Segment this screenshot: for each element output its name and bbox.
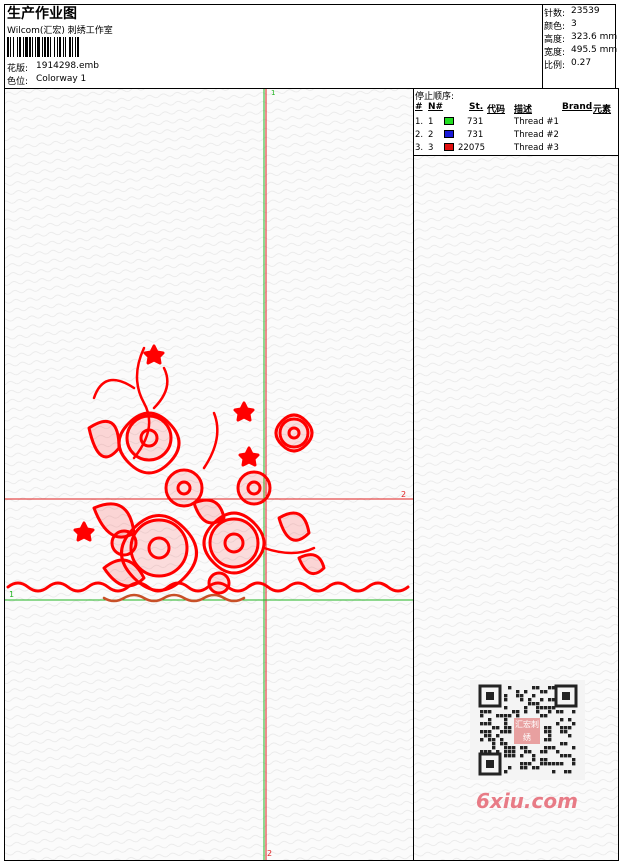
col-element: 元素 [593, 105, 612, 115]
row-desc: Thread #3 [514, 143, 559, 153]
row-code: 731 [467, 130, 484, 140]
guide-marker-top: 1 [271, 89, 276, 97]
design-label: 花版: [7, 64, 29, 74]
row-code: 22075 [458, 143, 486, 153]
row-needle: 3 [428, 143, 434, 153]
stat-value: 0.27 [571, 58, 592, 68]
design-canvas: 1 2 1 2 [4, 88, 414, 861]
design-file: 1914298.emb [36, 61, 99, 71]
stat-label: 宽度: [544, 48, 566, 58]
row-index: 1. [415, 117, 424, 127]
row-code: 731 [467, 117, 484, 127]
seal-stamp: 汇宏刺绣 [515, 720, 539, 742]
guide-marker-right: 2 [401, 490, 407, 499]
watermark-site: 6xiu.com [476, 789, 578, 813]
stat-label: 针数: [544, 9, 566, 19]
col-brand: Brand [562, 102, 593, 112]
col-code: 代码 [487, 105, 506, 115]
stat-value: 495.5 mm [571, 45, 618, 55]
colorway-label: 色位: [7, 77, 29, 87]
guide-marker-left: 1 [9, 590, 15, 599]
row-needle: 1 [428, 117, 434, 127]
row-desc: Thread #1 [514, 117, 559, 127]
canvas-layer [5, 89, 413, 860]
thread-swatch [444, 117, 454, 125]
stat-value: 323.6 mm [571, 32, 618, 42]
stat-value: 3 [571, 19, 577, 29]
row-desc: Thread #2 [514, 130, 559, 140]
guide-marker-bottom: 2 [267, 849, 273, 858]
row-index: 3. [415, 143, 424, 153]
row-index: 2. [415, 130, 424, 140]
stat-label: 高度: [544, 35, 566, 45]
stat-value: 23539 [571, 6, 600, 16]
stat-label: 比例: [544, 61, 566, 71]
row-needle: 2 [428, 130, 434, 140]
colorway-value: Colorway 1 [36, 74, 87, 84]
stop-sequence-title: 停止顺序: [415, 92, 455, 102]
thread-swatch [444, 143, 454, 151]
col-needle: N# [428, 102, 444, 112]
page-title: 生产作业图 [7, 6, 77, 22]
company-name: Wilcom(汇宏) 刺绣工作室 [7, 26, 113, 36]
qr-watermark: 汇宏刺绣 [470, 680, 585, 780]
col-stitch: St. [469, 102, 484, 112]
col-index: # [415, 102, 423, 112]
thread-swatch [444, 130, 454, 138]
stat-label: 颜色: [544, 22, 566, 32]
barcode [7, 37, 79, 57]
col-desc: 描述 [514, 105, 533, 115]
